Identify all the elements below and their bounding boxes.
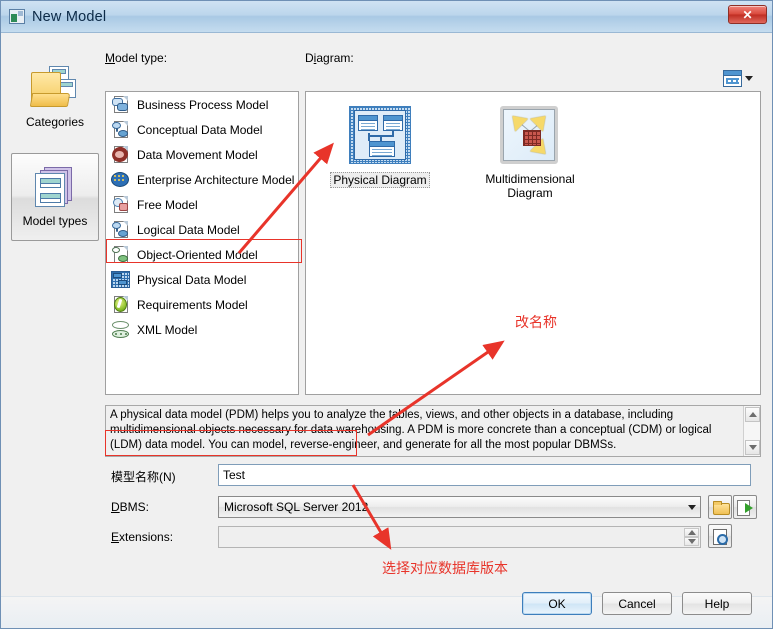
stepper-up-button[interactable]	[684, 528, 699, 537]
chevron-down-icon	[745, 76, 753, 81]
model-type-item-label: Logical Data Model	[137, 222, 240, 237]
diagram-item-label: Physical Diagram	[330, 172, 430, 188]
free-model-icon	[111, 195, 130, 214]
folder-pages-icon	[29, 65, 81, 110]
diagram-list[interactable]: Physical Diagram Multidimensional Diagra…	[305, 91, 761, 395]
diagram-item-physical-diagram[interactable]: Physical Diagram	[320, 104, 440, 200]
stepper-down-button[interactable]	[684, 537, 699, 546]
extensions-label: Extensions:	[111, 530, 174, 544]
diagram-item-label: Multidimensional Diagram	[485, 172, 575, 200]
description-scrollbar[interactable]	[743, 406, 760, 456]
dialog-body: Categories Model types Model type: Diagr…	[1, 33, 772, 596]
model-type-item-logical-data-model[interactable]: Logical Data Model	[106, 217, 298, 242]
model-type-item-conceptual-data-model[interactable]: Conceptual Data Model	[106, 117, 298, 142]
model-type-item-business-process-model[interactable]: Business Process Model	[106, 92, 298, 117]
scroll-up-button[interactable]	[745, 407, 760, 422]
model-type-item-label: Free Model	[137, 197, 198, 212]
model-name-label: 模型名称(N)	[111, 470, 176, 484]
window-title: New Model	[32, 8, 107, 25]
dbms-browse-button[interactable]	[708, 495, 732, 519]
extensions-properties-button[interactable]	[708, 524, 732, 548]
model-type-item-label: Business Process Model	[137, 97, 269, 112]
model-type-item-enterprise-architecture-model[interactable]: Enterprise Architecture Model	[106, 167, 298, 192]
object-oriented-model-icon	[111, 245, 130, 264]
rail-item-categories-label: Categories	[25, 114, 85, 129]
new-model-dialog: New Model ✕ Categories Model types Model…	[0, 0, 773, 629]
data-movement-model-icon	[109, 144, 131, 165]
import-arrow-icon	[737, 500, 753, 516]
folder-icon	[712, 501, 730, 515]
model-type-item-object-oriented-model[interactable]: Object-Oriented Model	[106, 242, 298, 267]
dbms-selected-value: Microsoft SQL Server 2012	[224, 500, 369, 514]
physical-diagram-icon	[347, 104, 413, 166]
model-window-icon	[9, 9, 25, 24]
model-name-input[interactable]	[218, 464, 751, 486]
rail-item-categories[interactable]: Categories	[11, 53, 99, 141]
model-type-label: Model type:	[105, 51, 168, 65]
chevron-up-icon	[748, 412, 757, 417]
model-type-item-label: Enterprise Architecture Model	[137, 172, 295, 187]
model-type-item-requirements-model[interactable]: Requirements Model	[106, 292, 298, 317]
scroll-down-button[interactable]	[745, 440, 760, 455]
rail-item-model-types-label: Model types	[22, 213, 88, 228]
model-type-item-label: Conceptual Data Model	[137, 122, 263, 137]
requirements-model-icon	[111, 295, 130, 314]
model-type-item-data-movement-model[interactable]: Data Movement Model	[106, 142, 298, 167]
model-type-item-label: Data Movement Model	[137, 147, 258, 162]
description-text: A physical data model (PDM) helps you to…	[110, 409, 712, 451]
extensions-stepper[interactable]	[684, 528, 699, 546]
ok-button[interactable]: OK	[522, 592, 592, 615]
annotation-db-version-text: 选择对应数据库版本	[382, 561, 508, 577]
close-button[interactable]: ✕	[728, 5, 767, 24]
annotation-rename-text: 改名称	[515, 315, 557, 331]
model-type-list[interactable]: Business Process Model Conceptual Data M…	[105, 91, 299, 395]
xml-model-icon	[111, 320, 130, 339]
dbms-label: DBMS:	[111, 500, 150, 514]
chevron-down-icon	[748, 445, 757, 450]
model-type-item-label: XML Model	[137, 322, 198, 337]
description-box: A physical data model (PDM) helps you to…	[105, 405, 761, 457]
title-bar: New Model ✕	[1, 1, 772, 33]
view-mode-icon	[723, 70, 742, 87]
multidimensional-diagram-icon	[497, 104, 563, 166]
dbms-import-button[interactable]	[733, 495, 757, 519]
chevron-down-icon	[683, 504, 700, 510]
category-rail: Categories Model types	[11, 53, 99, 253]
logical-data-model-icon	[111, 220, 130, 239]
enterprise-architecture-model-icon	[111, 170, 130, 189]
rail-item-model-types[interactable]: Model types	[11, 153, 99, 241]
extensions-field[interactable]	[218, 526, 701, 548]
model-type-item-free-model[interactable]: Free Model	[106, 192, 298, 217]
model-type-item-physical-data-model[interactable]: Physical Data Model	[106, 267, 298, 292]
dbms-select[interactable]: Microsoft SQL Server 2012	[218, 496, 701, 518]
diagram-item-multidimensional-diagram[interactable]: Multidimensional Diagram	[470, 104, 590, 200]
model-type-item-xml-model[interactable]: XML Model	[106, 317, 298, 342]
view-mode-button[interactable]	[723, 69, 759, 88]
business-process-model-icon	[111, 95, 130, 114]
stacked-pages-icon	[32, 166, 78, 209]
model-type-item-label: Requirements Model	[137, 297, 248, 312]
model-type-item-label: Physical Data Model	[137, 272, 247, 287]
diagram-label: Diagram:	[305, 51, 354, 65]
conceptual-data-model-icon	[111, 120, 130, 139]
magnifier-properties-icon	[712, 528, 728, 545]
model-type-item-label: Object-Oriented Model	[137, 247, 258, 262]
help-button[interactable]: Help	[682, 592, 752, 615]
cancel-button[interactable]: Cancel	[602, 592, 672, 615]
physical-data-model-icon	[111, 270, 130, 289]
